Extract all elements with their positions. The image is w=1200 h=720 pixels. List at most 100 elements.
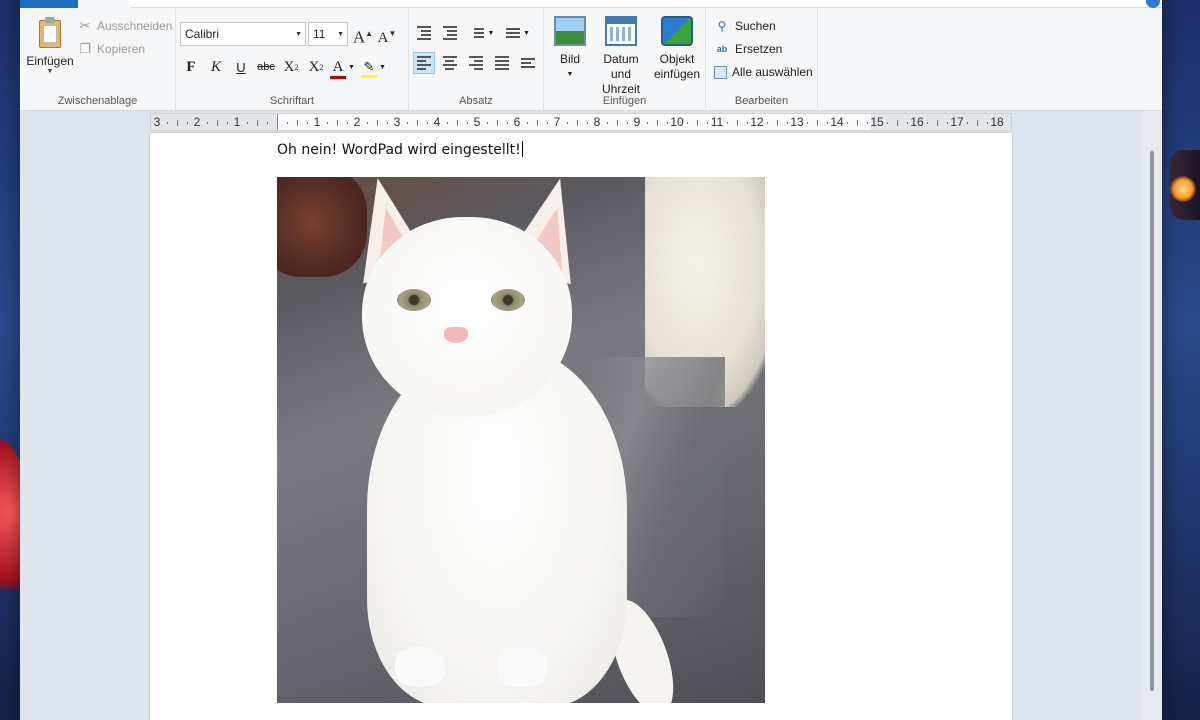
ruler-tick [547,122,548,124]
select-all-button[interactable]: Alle auswählen [714,62,813,82]
ruler-tick [867,122,868,124]
tab-file[interactable] [20,0,78,8]
replace-label: Ersetzen [735,42,783,56]
highlighter-icon: ✎ [361,59,377,78]
indent-increase-icon [443,26,457,40]
document-text-line[interactable]: Oh nein! WordPad wird eingestellt! [277,141,523,158]
justify-button[interactable] [491,52,513,74]
ruler-tick [937,120,938,126]
ruler-tick [487,122,488,124]
ruler-tick [947,122,948,124]
insert-picture-label: Bild [559,52,580,66]
insert-datetime-button[interactable]: Datum und Uhrzeit [592,14,650,97]
align-right-icon [469,56,483,70]
ruler-tick [857,120,858,126]
grow-font-button[interactable]: A▲ [352,22,374,47]
ruler-label: 8 [593,115,601,129]
line-spacing-button[interactable]: ▼ [503,22,533,44]
ruler-tick [647,122,648,124]
superscript-button[interactable]: X2 [305,56,327,78]
indent-decrease-icon [417,26,431,40]
font-color-button[interactable]: A ▼ [330,56,358,79]
ruler-tick [467,122,468,124]
font-format-row: F K U abc X2 X2 A ▼ ✎ ▼ [180,56,389,79]
ruler-label: 18 [990,115,1004,129]
paragraph-settings-button[interactable] [517,52,539,74]
ruler-tick [227,122,228,124]
ruler-tick [327,122,328,124]
paragraph-row-align [413,52,539,74]
insert-object-button[interactable]: Objekt einfügen [652,14,702,82]
horizontal-ruler[interactable]: 3 2 1 1 2 3 4 5 6 7 8 9 10 11 12 13 14 15 16 17 18 [150,113,1012,131]
shrink-font-button[interactable]: A▼ [376,22,398,46]
font-size-select[interactable]: 11 ▼ [308,22,348,46]
ruler-tick [707,122,708,124]
ruler-tick [347,122,348,124]
copy-icon: ❐ [79,41,91,56]
ruler-tick [567,122,568,124]
wallpaper-glow [1170,176,1196,202]
group-title-paragraph: Absatz [459,95,493,107]
ruler-tick [777,120,778,126]
cat-photo[interactable] [277,177,765,703]
ruler-tick [627,122,628,124]
copy-button[interactable]: ❐ Kopieren [78,39,145,59]
ruler-tick [377,120,378,126]
ruler-tick [897,120,898,126]
scrollbar-thumb[interactable] [1150,151,1154,691]
document-text: Oh nein! WordPad wird eingestellt! [277,142,521,158]
strikethrough-button[interactable]: abc [255,56,277,78]
indent-marker[interactable] [277,114,283,130]
bold-button[interactable]: F [180,56,202,78]
italic-button[interactable]: K [205,56,227,78]
ruler-tick [827,122,828,124]
cut-label: Ausschneiden [97,19,173,33]
wordpad-window: Einfügen ▼ ✂ Ausschneiden ❐ Kopieren Zwi… [20,0,1162,720]
text-caret [521,141,523,157]
picture-icon [554,16,586,46]
ruler-tick [337,120,338,126]
align-right-button[interactable] [465,52,487,74]
chevron-down-icon: ▼ [295,31,302,38]
highlight-color-button[interactable]: ✎ ▼ [361,56,389,78]
ruler-tick [927,122,928,124]
ruler-label: 13 [790,115,804,129]
align-left-button[interactable] [413,52,435,74]
ruler-tick [497,120,498,126]
ruler-label: 4 [433,115,441,129]
ruler-tick [287,122,288,124]
increase-indent-button[interactable] [439,22,461,44]
document-page[interactable]: Oh nein! WordPad wird eingestellt! [150,133,1012,720]
align-center-button[interactable] [439,52,461,74]
superscript-label: X [308,58,320,75]
ruler-tick [977,120,978,126]
ruler-tick [367,122,368,124]
font-family-select[interactable]: Calibri ▼ [180,22,306,46]
bullet-list-icon [470,28,484,38]
replace-button[interactable]: ab Ersetzen [714,39,783,59]
ruler-label: 10 [670,115,684,129]
find-label: Suchen [735,19,776,33]
font-color-letter: A [332,58,344,75]
group-paragraph: ▼ ▼ Absatz [409,8,544,111]
paste-button[interactable]: Einfügen ▼ [26,14,74,92]
ruler-label: 1 [233,115,241,129]
cut-button[interactable]: ✂ Ausschneiden [78,16,173,36]
find-button[interactable]: ⚲ Suchen [714,16,776,36]
underline-button[interactable]: U [230,56,252,78]
ribbon: Einfügen ▼ ✂ Ausschneiden ❐ Kopieren Zwi… [20,8,1162,111]
chevron-down-icon: ▼ [379,63,386,71]
insert-picture-button[interactable]: Bild ▼ [550,14,590,82]
chevron-down-icon[interactable]: ▼ [26,68,74,76]
decrease-indent-button[interactable] [413,22,435,44]
ruler-tick [527,122,528,124]
ruler-tick [387,122,388,124]
subscript-button[interactable]: X2 [280,56,302,78]
tab-strip-line [130,0,1162,8]
select-all-label: Alle auswählen [732,65,813,79]
group-title-font: Schriftart [269,95,314,107]
binoculars-icon: ⚲ [717,19,727,33]
bullet-list-button[interactable]: ▼ [465,22,499,44]
vertical-scrollbar[interactable] [1142,111,1162,720]
group-clipboard: Einfügen ▼ ✂ Ausschneiden ❐ Kopieren Zwi… [20,8,176,111]
